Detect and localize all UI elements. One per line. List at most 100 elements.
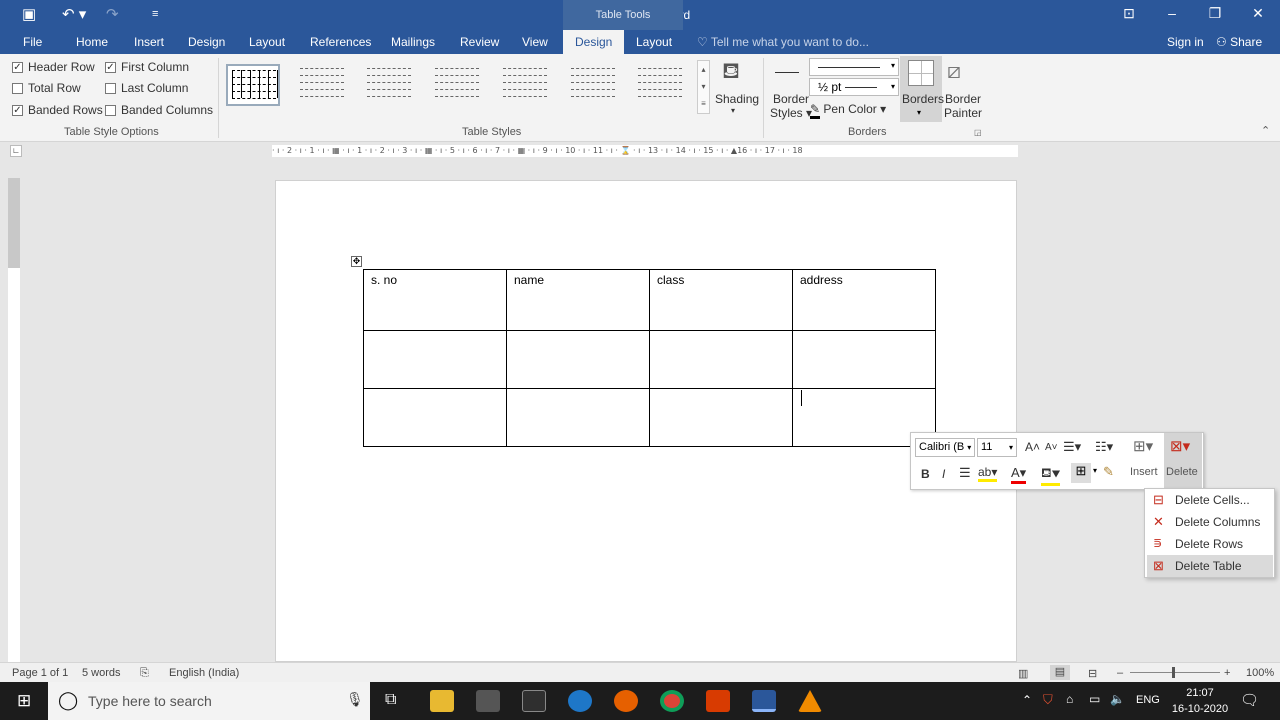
first-column-checkbox[interactable]: ✓ First Column bbox=[105, 60, 189, 74]
table-cell[interactable] bbox=[363, 388, 507, 447]
header-row-checkbox[interactable]: ✓ Header Row bbox=[12, 60, 95, 74]
vertical-ruler[interactable] bbox=[8, 178, 20, 662]
battery-icon[interactable]: ▭ bbox=[1089, 692, 1100, 706]
task-view-icon[interactable]: ⧉ bbox=[385, 691, 396, 709]
table-cell[interactable] bbox=[649, 388, 793, 447]
page-count[interactable]: Page 1 of 1 bbox=[12, 667, 68, 679]
borders-dialog-launcher-icon[interactable]: ◲ bbox=[974, 128, 982, 137]
menu-item-delete-cells[interactable]: ⊟ Delete Cells... bbox=[1147, 489, 1273, 511]
bullets-icon[interactable]: ☰▾ bbox=[1063, 439, 1081, 455]
table-move-handle-icon[interactable]: ✥ bbox=[351, 256, 362, 267]
file-explorer-icon[interactable] bbox=[430, 690, 454, 712]
borders-icon[interactable]: ⊞ bbox=[1071, 463, 1091, 483]
windows-start-icon[interactable]: ⊞ bbox=[17, 691, 31, 711]
zoom-out-icon[interactable]: – bbox=[1117, 667, 1123, 679]
tab-insert[interactable]: Insert bbox=[134, 35, 164, 49]
firefox-icon[interactable] bbox=[614, 690, 638, 712]
microphone-icon[interactable]: 🎙 bbox=[346, 691, 364, 708]
table-cell[interactable] bbox=[649, 330, 793, 389]
tab-table-design[interactable]: Design bbox=[563, 30, 625, 54]
chrome-icon[interactable] bbox=[660, 690, 684, 712]
table-cell[interactable] bbox=[363, 330, 507, 389]
share-button[interactable]: ⚇ Share bbox=[1216, 35, 1262, 49]
collapse-ribbon-icon[interactable]: ⌃ bbox=[1261, 124, 1270, 137]
word-count[interactable]: 5 words bbox=[82, 667, 121, 679]
proofing-icon[interactable]: ⎘ bbox=[140, 667, 149, 680]
table-style-thumbnail[interactable] bbox=[363, 64, 417, 106]
office-icon[interactable] bbox=[706, 690, 730, 712]
clock[interactable]: 21:07 16-10-2020 bbox=[1166, 685, 1234, 717]
menu-item-delete-columns[interactable]: ✕ Delete Columns bbox=[1147, 511, 1273, 533]
table-style-thumbnail[interactable] bbox=[431, 64, 485, 106]
store-icon[interactable] bbox=[476, 690, 500, 712]
taskbar-search[interactable]: ◯ Type here to search 🎙 bbox=[48, 682, 370, 720]
border-painter-button[interactable]: Border Painter bbox=[944, 92, 982, 120]
border-styles-button[interactable]: Border Styles ▾ bbox=[770, 92, 812, 120]
table-cell[interactable]: name bbox=[506, 269, 650, 331]
table-cell[interactable]: address bbox=[792, 269, 936, 331]
highlight-icon[interactable]: ab▾ bbox=[978, 465, 998, 482]
font-color-icon[interactable]: A▾ bbox=[1011, 465, 1027, 484]
edge-icon[interactable] bbox=[568, 690, 592, 712]
restore-icon[interactable]: ❐ bbox=[1200, 5, 1230, 22]
tab-review[interactable]: Review bbox=[460, 35, 499, 49]
table-style-thumbnail[interactable] bbox=[499, 64, 553, 106]
word-taskbar-icon[interactable] bbox=[752, 690, 776, 712]
table-style-thumbnail[interactable] bbox=[296, 64, 350, 106]
last-column-checkbox[interactable]: Last Column bbox=[105, 81, 188, 95]
shading-dropdown-arrow[interactable]: ▾ bbox=[731, 106, 735, 115]
tab-home[interactable]: Home bbox=[76, 35, 108, 49]
table-cell[interactable] bbox=[792, 330, 936, 389]
volume-icon[interactable]: 🔈 bbox=[1110, 692, 1125, 706]
document-table[interactable]: s. no name class address bbox=[363, 269, 936, 447]
notifications-icon[interactable]: 🗨 bbox=[1240, 691, 1259, 709]
show-hidden-icons[interactable]: ⌃ bbox=[1022, 693, 1032, 707]
banded-columns-checkbox[interactable]: Banded Columns bbox=[105, 103, 213, 117]
zoom-slider[interactable] bbox=[1130, 672, 1220, 673]
table-cell[interactable] bbox=[506, 388, 650, 447]
mail-icon[interactable] bbox=[522, 690, 546, 712]
table-style-thumbnail[interactable] bbox=[567, 64, 621, 106]
shrink-font-icon[interactable]: A˅ bbox=[1045, 442, 1058, 453]
font-size-box[interactable]: 11 ▾ bbox=[977, 438, 1017, 457]
zoom-level[interactable]: 100% bbox=[1246, 667, 1274, 679]
minimize-icon[interactable]: – bbox=[1157, 5, 1187, 21]
banded-rows-checkbox[interactable]: ✓ Banded Rows bbox=[12, 103, 103, 117]
gallery-scroll-arrows[interactable]: ▴ ▾ ≡ bbox=[697, 60, 710, 114]
table-style-thumbnail[interactable] bbox=[634, 64, 688, 106]
read-mode-icon[interactable]: ▥ bbox=[1018, 667, 1028, 680]
tab-table-layout[interactable]: Layout bbox=[636, 35, 672, 49]
insert-button[interactable]: Insert bbox=[1130, 466, 1158, 478]
borders-dropdown-arrow[interactable]: ▾ bbox=[1093, 466, 1097, 475]
input-language[interactable]: ENG bbox=[1136, 694, 1160, 706]
table-cell[interactable]: class bbox=[649, 269, 793, 331]
shading-icon[interactable]: ⛾▾ bbox=[1041, 465, 1061, 486]
language-indicator[interactable]: English (India) bbox=[169, 667, 239, 679]
horizontal-ruler[interactable]: · ı · 2 · ı · 1 · ı · ▦ · ı · 1 · ı · 2 … bbox=[272, 145, 1018, 157]
tab-mailings[interactable]: Mailings bbox=[391, 35, 435, 49]
web-layout-icon[interactable]: ⊟ bbox=[1088, 667, 1097, 680]
tell-me-box[interactable]: ♡ Tell me what you want to do... bbox=[697, 35, 869, 49]
italic-button[interactable]: I bbox=[942, 467, 945, 481]
grow-font-icon[interactable]: A˄ bbox=[1025, 440, 1040, 454]
antivirus-icon[interactable]: ⛉ bbox=[1043, 692, 1053, 708]
tab-layout[interactable]: Layout bbox=[249, 35, 285, 49]
close-icon[interactable]: ✕ bbox=[1243, 5, 1273, 22]
tab-view[interactable]: View bbox=[522, 35, 548, 49]
bold-button[interactable]: B bbox=[921, 467, 930, 481]
table-cell[interactable] bbox=[506, 330, 650, 389]
sign-in-link[interactable]: Sign in bbox=[1167, 35, 1204, 49]
menu-item-delete-rows[interactable]: ⋾ Delete Rows bbox=[1147, 533, 1273, 555]
format-painter-icon[interactable]: ✎ bbox=[1103, 464, 1114, 480]
line-style-dropdown[interactable]: ▾ bbox=[809, 58, 899, 76]
table-cell[interactable]: s. no bbox=[363, 269, 507, 331]
zoom-in-icon[interactable]: + bbox=[1224, 667, 1230, 679]
tab-selector-icon[interactable]: ∟ bbox=[10, 145, 22, 157]
table-style-thumbnail[interactable] bbox=[226, 64, 280, 106]
delete-button[interactable]: ⊠▾ Delete bbox=[1164, 433, 1202, 489]
center-align-icon[interactable]: ☰ bbox=[959, 465, 971, 481]
borders-button[interactable]: Borders ▾ bbox=[900, 56, 944, 122]
shading-button[interactable]: Shading bbox=[715, 92, 759, 106]
pen-color-button[interactable]: ✎ Pen Color ▾ bbox=[810, 102, 886, 119]
zoom-slider-thumb[interactable] bbox=[1172, 667, 1175, 678]
